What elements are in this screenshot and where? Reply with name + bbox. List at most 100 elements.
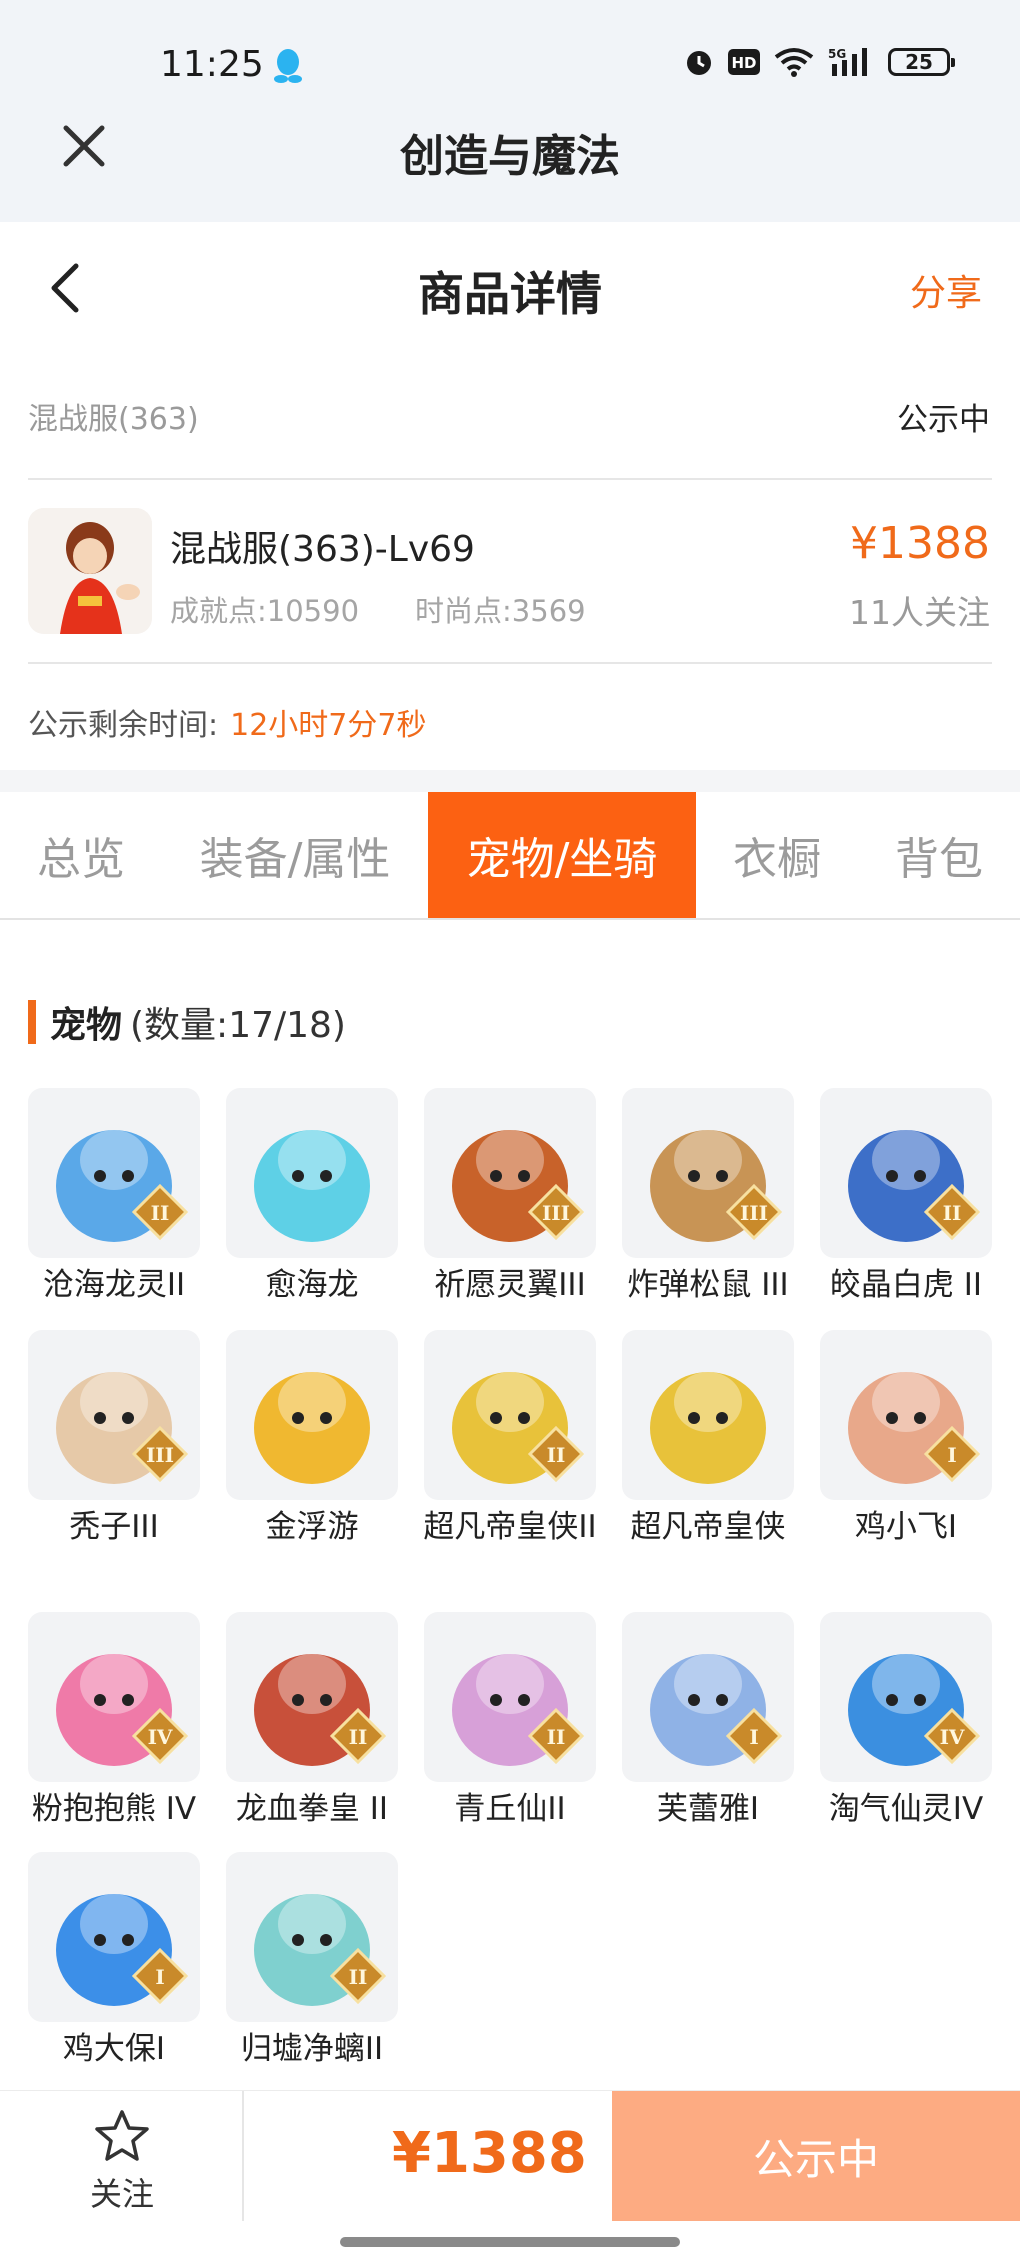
wifi-icon bbox=[774, 48, 814, 77]
publicity-time-row: 公示剩余时间: 12小时7分7秒 bbox=[28, 700, 426, 744]
svg-text:HD: HD bbox=[731, 54, 756, 72]
pet-card[interactable]: I 芙蕾雅I bbox=[622, 1612, 794, 1830]
svg-text:I: I bbox=[155, 1965, 164, 1989]
tier-badge: II bbox=[330, 1708, 386, 1764]
battery-indicator: 25 bbox=[888, 48, 955, 76]
pet-card[interactable]: I 鸡小飞I bbox=[820, 1330, 992, 1548]
pet-image: II bbox=[424, 1612, 596, 1782]
listing-status: 公示中 bbox=[897, 402, 990, 438]
svg-text:II: II bbox=[547, 1725, 566, 1749]
pet-name: 祈愿灵翼III bbox=[434, 1267, 586, 1303]
share-button[interactable]: 分享 bbox=[910, 264, 982, 316]
pet-card[interactable]: I 鸡大保I bbox=[28, 1852, 200, 2070]
pet-image: III bbox=[622, 1088, 794, 1258]
tab-backpack[interactable]: 背包 bbox=[858, 792, 1020, 918]
status-time: 11:25 bbox=[160, 44, 264, 85]
tier-badge: IV bbox=[132, 1708, 188, 1764]
pet-card[interactable]: 愈海龙 bbox=[226, 1088, 398, 1306]
svg-text:IV: IV bbox=[940, 1725, 965, 1749]
pet-name: 淘气仙灵IV bbox=[828, 1791, 984, 1827]
pet-card[interactable]: II 沧海龙灵II bbox=[28, 1088, 200, 1306]
tier-badge: III bbox=[726, 1184, 782, 1240]
tab-wardrobe[interactable]: 衣橱 bbox=[696, 792, 858, 918]
favorite-label: 关注 bbox=[89, 2175, 154, 2213]
svg-text:I: I bbox=[749, 1725, 758, 1749]
pet-card[interactable]: II 青丘仙II bbox=[424, 1612, 596, 1830]
character-stats: 成就点:10590 时尚点:3569 bbox=[170, 588, 586, 630]
listing-price: ¥1388 bbox=[850, 518, 990, 569]
pet-image: II bbox=[820, 1088, 992, 1258]
tier-badge: II bbox=[330, 1948, 386, 2004]
time-remaining: 12小时7分7秒 bbox=[230, 708, 427, 743]
pet-card[interactable]: III 炸弹松鼠 III bbox=[622, 1088, 794, 1306]
achievement-points: 成就点:10590 bbox=[170, 594, 360, 628]
pet-name: 沧海龙灵II bbox=[42, 1267, 186, 1303]
pets-count: (数量:17/18) bbox=[130, 1005, 346, 1046]
tier-badge: IV bbox=[924, 1708, 980, 1764]
pet-image: II bbox=[28, 1088, 200, 1258]
svg-text:II: II bbox=[943, 1201, 962, 1225]
time-label: 公示剩余时间: bbox=[28, 708, 219, 743]
svg-text:I: I bbox=[947, 1443, 956, 1467]
pet-card[interactable]: III 祈愿灵翼III bbox=[424, 1088, 596, 1306]
section-spacer bbox=[0, 770, 1020, 792]
pet-card[interactable]: 超凡帝皇侠 bbox=[622, 1330, 794, 1548]
status-icons: HD 5G 25 bbox=[684, 46, 955, 78]
tab-bar: 总览 装备/属性 宠物/坐骑 衣橱 背包 bbox=[0, 792, 1020, 920]
pet-name: 芙蕾雅I bbox=[656, 1791, 760, 1827]
fashion-points: 时尚点:3569 bbox=[415, 594, 586, 628]
svg-text:III: III bbox=[740, 1201, 768, 1225]
pet-name: 鸡大保I bbox=[62, 2031, 166, 2067]
pet-image: II bbox=[424, 1330, 596, 1500]
pet-image: III bbox=[424, 1088, 596, 1258]
favorite-button[interactable]: 关注 bbox=[72, 2109, 172, 2215]
pet-image bbox=[226, 1330, 398, 1500]
pet-card[interactable]: II 超凡帝皇侠II bbox=[423, 1330, 597, 1548]
pet-image bbox=[622, 1330, 794, 1500]
pet-card[interactable]: II 归墟净螭II bbox=[226, 1852, 398, 2070]
svg-text:III: III bbox=[146, 1443, 174, 1467]
pets-title: 宠物 bbox=[50, 1005, 123, 1046]
divider bbox=[242, 2091, 244, 2221]
svg-text:II: II bbox=[547, 1443, 566, 1467]
pet-name: 龙血拳皇 II bbox=[235, 1791, 389, 1827]
pet-card[interactable]: II 皎晶白虎 II bbox=[820, 1088, 992, 1306]
tab-equipment[interactable]: 装备/属性 bbox=[162, 792, 428, 918]
server-name: 混战服(363) bbox=[28, 402, 199, 437]
pet-name: 青丘仙II bbox=[454, 1791, 566, 1827]
pet-image: I bbox=[622, 1612, 794, 1782]
tab-overview[interactable]: 总览 bbox=[0, 792, 162, 918]
svg-text:II: II bbox=[349, 1725, 368, 1749]
character-avatar bbox=[28, 508, 152, 634]
pet-card[interactable]: 金浮游 bbox=[226, 1330, 398, 1548]
pet-image: I bbox=[28, 1852, 200, 2022]
divider bbox=[28, 662, 992, 664]
app-top-bar: 11:25 HD 5G 25 创造与魔法 bbox=[0, 0, 1020, 222]
svg-text:III: III bbox=[542, 1201, 570, 1225]
star-icon bbox=[95, 2110, 149, 2161]
pet-name: 皎晶白虎 II bbox=[829, 1267, 983, 1303]
status-action-button[interactable]: 公示中 bbox=[612, 2091, 1020, 2221]
pet-name: 超凡帝皇侠II bbox=[423, 1509, 597, 1545]
pet-name: 愈海龙 bbox=[265, 1267, 359, 1303]
pet-image: II bbox=[226, 1852, 398, 2022]
tab-pets-mounts[interactable]: 宠物/坐骑 bbox=[428, 792, 696, 918]
pet-image: IV bbox=[820, 1612, 992, 1782]
pet-card[interactable]: III 秃子III bbox=[28, 1330, 200, 1548]
pets-section-title: 宠物 (数量:17/18) bbox=[28, 996, 346, 1048]
svg-text:IV: IV bbox=[148, 1725, 173, 1749]
svg-text:II: II bbox=[349, 1965, 368, 1989]
tier-badge: II bbox=[924, 1184, 980, 1240]
app-title: 创造与魔法 bbox=[400, 131, 620, 182]
pet-image: I bbox=[820, 1330, 992, 1500]
pet-card[interactable]: II 龙血拳皇 II bbox=[226, 1612, 398, 1830]
pet-card[interactable]: IV 淘气仙灵IV bbox=[820, 1612, 992, 1830]
pet-image: IV bbox=[28, 1612, 200, 1782]
tier-badge: III bbox=[528, 1184, 584, 1240]
tier-badge: II bbox=[528, 1708, 584, 1764]
pet-name: 超凡帝皇侠 bbox=[630, 1509, 786, 1545]
pet-name: 金浮游 bbox=[265, 1509, 359, 1545]
pet-card[interactable]: IV 粉抱抱熊 IV bbox=[28, 1612, 200, 1830]
tier-badge: III bbox=[132, 1426, 188, 1482]
character-name: 混战服(363)-Lv69 bbox=[170, 529, 475, 570]
